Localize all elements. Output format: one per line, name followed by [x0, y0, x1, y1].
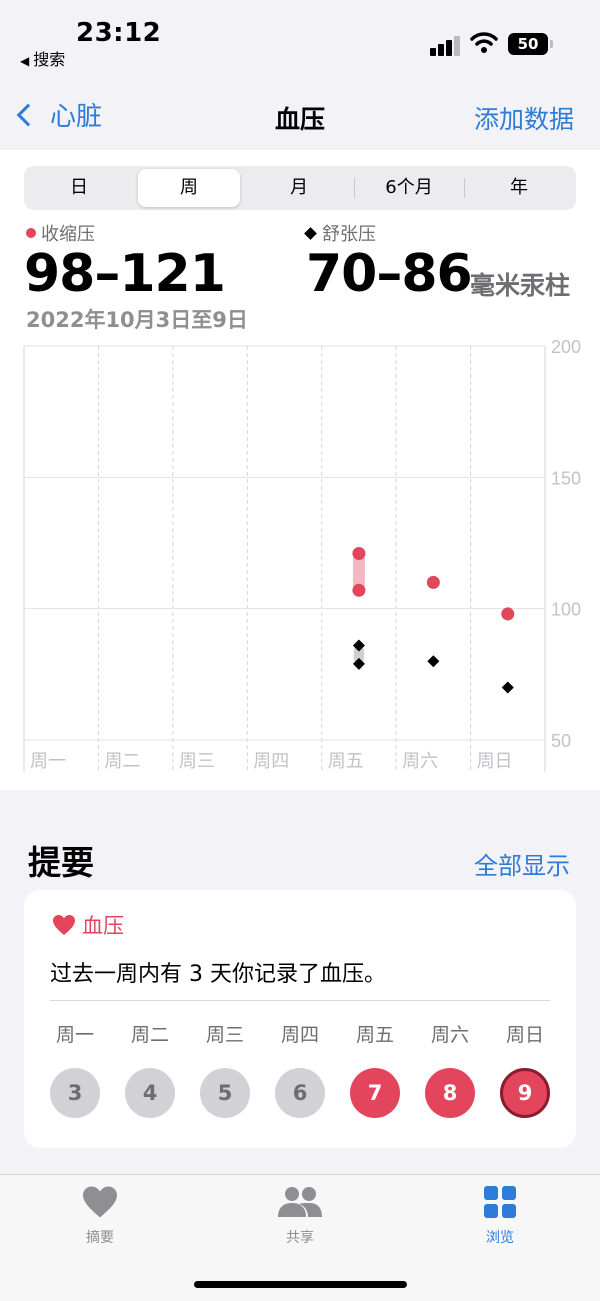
highlights-title: 提要 [28, 843, 94, 882]
day-indicator: 3 [50, 1068, 100, 1118]
day-label: 周二 [130, 1024, 169, 1046]
day-indicator: 5 [200, 1068, 250, 1118]
y-tick-label: 50 [551, 731, 571, 751]
y-tick-label: 100 [551, 600, 581, 620]
diastolic-range-value: 70–86 [306, 244, 473, 304]
segment-month[interactable]: 月 [244, 166, 354, 210]
diastolic-diamond-icon [304, 226, 317, 240]
segment-6-months[interactable]: 6个月 [354, 166, 464, 210]
tab-bar: 摘要 共享 浏览 [0, 1174, 600, 1301]
card-summary-text: 过去一周内有 3 天你记录了血压。 [50, 962, 386, 987]
card-header: 血压 [52, 910, 124, 940]
day-label: 周四 [280, 1024, 319, 1046]
diastolic-legend: 舒张压 [304, 220, 376, 246]
day-indicator: 9 [500, 1068, 550, 1118]
back-app-label: 搜索 [33, 50, 66, 69]
segment-year[interactable]: 年 [464, 166, 574, 210]
y-tick-label: 200 [551, 340, 581, 357]
heart-icon [53, 915, 75, 935]
y-tick-label: 150 [551, 468, 581, 488]
grid-icon [484, 1186, 516, 1218]
people-icon [278, 1187, 322, 1217]
battery-level: 50 [517, 35, 539, 53]
status-bar: 23:12 ◀ 搜索 50 [0, 0, 600, 80]
systolic-label: 收缩压 [41, 224, 95, 245]
x-tick-label: 周一 [30, 751, 66, 772]
day-indicator: 6 [275, 1068, 325, 1118]
day-label: 周一 [55, 1024, 94, 1046]
back-to-app-link[interactable]: ◀ 搜索 [20, 46, 65, 70]
x-tick-label: 周三 [179, 751, 215, 772]
date-range: 2022年10月3日至9日 [26, 308, 248, 332]
systolic-point [352, 583, 366, 597]
tab-browse[interactable]: 浏览 [440, 1185, 560, 1247]
day-label: 周五 [355, 1024, 394, 1046]
chart-panel: 日 周 月 6个月 年 收缩压 舒张压 98–121 70–86 毫米汞柱 20… [0, 150, 600, 790]
day-indicator: 8 [425, 1068, 475, 1118]
time-range-segmented-control: 日 周 月 6个月 年 [24, 166, 576, 210]
systolic-legend: 收缩压 [26, 220, 95, 246]
diastolic-point [427, 655, 440, 668]
card-divider [50, 1000, 550, 1001]
x-tick-label: 周日 [477, 751, 513, 772]
day-indicator: 4 [125, 1068, 175, 1118]
show-all-link[interactable]: 全部显示 [474, 846, 570, 881]
x-tick-label: 周二 [104, 751, 140, 772]
heart-icon [83, 1186, 117, 1218]
day-indicator: 7 [350, 1068, 400, 1118]
tab-label: 浏览 [486, 1230, 514, 1246]
status-time: 23:12 [76, 18, 162, 48]
day-label: 周日 [505, 1024, 544, 1046]
day-label: 周六 [430, 1024, 469, 1046]
battery-icon: 50 [508, 33, 553, 55]
x-tick-label: 周四 [253, 751, 289, 772]
tab-summary[interactable]: 摘要 [40, 1185, 160, 1247]
systolic-point [426, 575, 440, 589]
segment-day[interactable]: 日 [24, 166, 134, 210]
x-tick-label: 周五 [328, 751, 364, 772]
home-indicator [194, 1281, 407, 1288]
back-triangle-icon: ◀ [20, 54, 30, 68]
x-tick-label: 周六 [402, 751, 438, 772]
blood-pressure-chart[interactable]: 200 150 100 50 周一 周二 周三 周四 周五 周六 周日 [0, 340, 600, 780]
segment-week[interactable]: 周 [138, 169, 240, 207]
nav-bar: 心脏 血压 添加数据 [0, 80, 600, 150]
day-label: 周三 [205, 1024, 244, 1046]
tab-label: 摘要 [86, 1230, 114, 1246]
tab-label: 共享 [286, 1230, 314, 1246]
add-data-button[interactable]: 添加数据 [474, 100, 574, 136]
systolic-point [352, 547, 366, 561]
cellular-signal-icon [430, 34, 464, 56]
diastolic-label: 舒张压 [322, 224, 376, 245]
systolic-range-value: 98–121 [24, 244, 226, 304]
diastolic-point [501, 681, 514, 694]
card-title: 血压 [82, 914, 124, 938]
blood-pressure-highlight-card[interactable]: 血压 过去一周内有 3 天你记录了血压。 周一 3 周二 4 周三 5 周四 6 周五 7 周六 8 周… [24, 890, 576, 1148]
systolic-dot-icon [26, 228, 36, 238]
systolic-point [501, 607, 515, 621]
unit-label: 毫米汞柱 [470, 271, 571, 300]
tab-sharing[interactable]: 共享 [240, 1185, 360, 1247]
wifi-icon [470, 32, 498, 53]
